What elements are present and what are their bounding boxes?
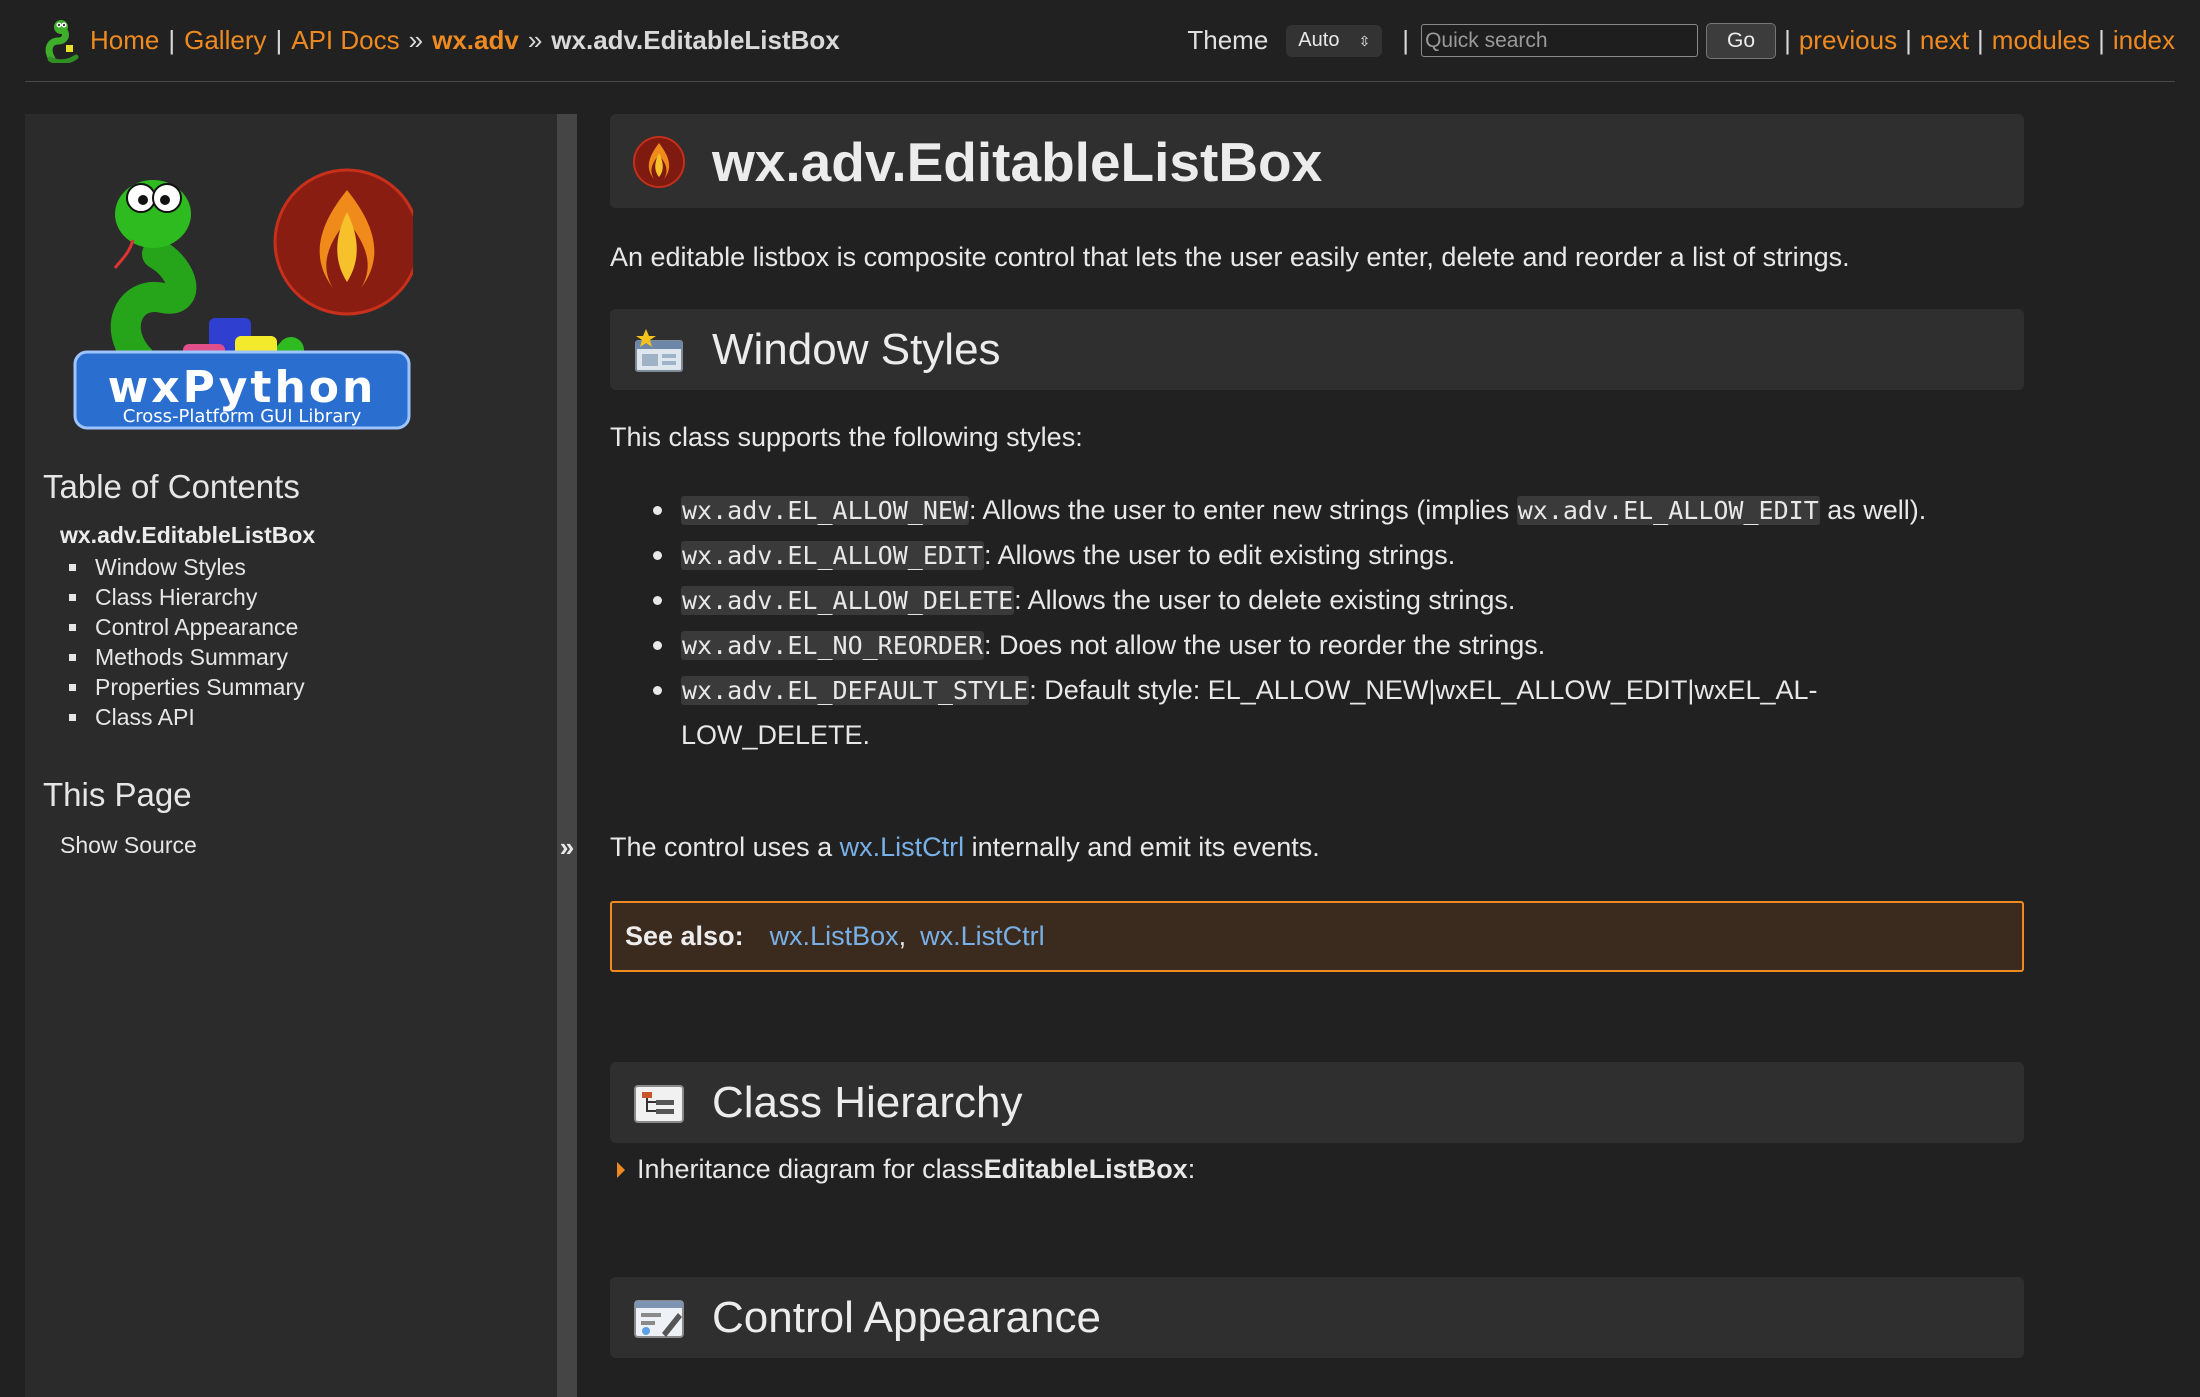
control-appearance-heading: Control Appearance: [712, 1293, 1101, 1342]
breadcrumb-separator: »: [408, 25, 424, 55]
theme-select-value: Auto: [1298, 29, 1340, 51]
breadcrumb: Home | Gallery | API Docs » wx.adv » wx.…: [25, 19, 840, 63]
nav-separator: |: [1977, 25, 1984, 55]
inheritance-diagram-toggle[interactable]: Inheritance diagram for class EditableLi…: [610, 1154, 1195, 1185]
toc-list: Window Styles Class Hierarchy Control Ap…: [60, 552, 305, 732]
style-description: LOW_DELETE.: [681, 720, 871, 750]
styles-intro: This class supports the following styles…: [610, 422, 1083, 452]
snake-mascot-icon: [45, 19, 79, 63]
page-title: wx.adv.EditableListBox: [712, 131, 1323, 193]
inheritance-text: Inheritance diagram for class: [637, 1154, 984, 1184]
toc-item-window-styles[interactable]: Window Styles: [60, 552, 305, 582]
page-title-box: wx.adv.EditableListBox: [610, 114, 2024, 208]
breadcrumb-separator: »: [527, 25, 543, 55]
phoenix-icon: [633, 136, 685, 188]
updown-chevron-icon: ⇳: [1358, 32, 1371, 49]
class-hierarchy-heading: Class Hierarchy: [712, 1078, 1023, 1127]
control-text: The control uses a: [610, 832, 840, 862]
style-code: wx.adv.EL_ALLOW_EDIT: [1516, 496, 1820, 525]
breadcrumb-separator: |: [168, 25, 176, 55]
listbox-link[interactable]: wx.ListBox: [770, 921, 899, 952]
this-page-heading: This Page: [43, 776, 192, 813]
style-description: : Allows the user to delete existing str…: [1014, 585, 1516, 615]
nav-separator: |: [1905, 25, 1912, 55]
show-source-link[interactable]: Show Source: [60, 832, 197, 859]
module-link[interactable]: wx.adv: [432, 25, 519, 56]
next-link[interactable]: next: [1920, 25, 1969, 56]
list-item: wx.adv.EL_DEFAULT_STYLE: Default style: …: [610, 668, 2024, 757]
intro-paragraph: An editable listbox is composite control…: [610, 242, 1850, 272]
nav-separator: |: [1784, 25, 1791, 55]
inheritance-text: :: [1187, 1154, 1196, 1184]
toc-item-properties-summary[interactable]: Properties Summary: [60, 672, 305, 702]
style-code: wx.adv.EL_DEFAULT_STYLE: [681, 676, 1030, 705]
theme-select[interactable]: Auto ⇳: [1286, 24, 1383, 57]
control-paragraph: The control uses a wx.ListCtrl internall…: [610, 832, 1320, 863]
style-description: : Default style: EL_ALLOW_NEW|wxEL_ALLOW…: [1029, 675, 1818, 705]
class-hierarchy-section-header: Class Hierarchy: [610, 1062, 2024, 1143]
control-appearance-icon: [634, 1300, 684, 1338]
styles-list: wx.adv.EL_ALLOW_NEW: Allows the user to …: [610, 488, 2024, 757]
api-docs-link[interactable]: API Docs: [291, 25, 399, 56]
style-description: : Allows the user to edit existing strin…: [984, 540, 1456, 570]
toc-item-class-api[interactable]: Class API: [60, 702, 305, 732]
modules-link[interactable]: modules: [1992, 25, 2090, 56]
sidebar-collapse-toggle[interactable]: »: [556, 832, 578, 863]
list-item: wx.adv.EL_NO_REORDER: Does not allow the…: [610, 623, 2024, 668]
previous-link[interactable]: previous: [1799, 25, 1897, 56]
window-styles-heading: Window Styles: [712, 325, 1001, 374]
toc-item-control-appearance[interactable]: Control Appearance: [60, 612, 305, 642]
wxpython-logo[interactable]: wxPython Cross-Platform GUI Library: [71, 150, 413, 434]
control-text: internally and emit its events.: [964, 832, 1320, 862]
nav-separator: |: [2098, 25, 2105, 55]
toc-heading: Table of Contents: [43, 468, 300, 505]
logo-subtitle: Cross-Platform GUI Library: [123, 406, 362, 427]
see-also-comma: ,: [898, 921, 907, 951]
style-code: wx.adv.EL_ALLOW_NEW: [681, 496, 969, 525]
window-styles-icon: [635, 329, 683, 372]
window-styles-section-header: Window Styles: [610, 309, 2024, 390]
style-description: as well).: [1819, 495, 1927, 525]
style-code: wx.adv.EL_NO_REORDER: [681, 631, 985, 660]
style-description: : Does not allow the user to reorder the…: [984, 630, 1546, 660]
style-description: : Allows the user to enter new strings (…: [968, 495, 1517, 525]
style-code: wx.adv.EL_ALLOW_EDIT: [681, 541, 985, 570]
inheritance-class-name: EditableListBox: [983, 1154, 1188, 1184]
gallery-link[interactable]: Gallery: [184, 25, 266, 56]
toc-item-class-hierarchy[interactable]: Class Hierarchy: [60, 582, 305, 612]
theme-label: Theme: [1187, 25, 1269, 55]
listctrl-link[interactable]: wx.ListCtrl: [920, 921, 1045, 952]
disclosure-triangle-icon: [617, 1161, 625, 1178]
nav-separator: |: [1402, 25, 1410, 55]
see-also-label: See also:: [625, 921, 744, 951]
control-appearance-section-header: Control Appearance: [610, 1277, 2024, 1358]
class-hierarchy-icon: [634, 1085, 684, 1123]
toc-root-link[interactable]: wx.adv.EditableListBox: [60, 522, 315, 549]
listctrl-link[interactable]: wx.ListCtrl: [840, 832, 965, 862]
breadcrumb-separator: |: [275, 25, 283, 55]
list-item: wx.adv.EL_ALLOW_DELETE: Allows the user …: [610, 578, 2024, 623]
see-also-box: See also: wx.ListBox, wx.ListCtrl: [610, 901, 2024, 972]
sidebar: wxPython Cross-Platform GUI Library Tabl…: [25, 114, 557, 1397]
sidebar-collapse-bar[interactable]: [557, 114, 577, 1397]
home-link[interactable]: Home: [90, 25, 159, 56]
top-navigation-bar: Home | Gallery | API Docs » wx.adv » wx.…: [25, 0, 2175, 82]
list-item: wx.adv.EL_ALLOW_EDIT: Allows the user to…: [610, 533, 2024, 578]
list-item: wx.adv.EL_ALLOW_NEW: Allows the user to …: [610, 488, 2024, 533]
right-navigation: Theme Auto ⇳ | Quick search Go | previou…: [1187, 22, 2175, 59]
quick-search-input[interactable]: Quick search: [1421, 24, 1699, 57]
go-button[interactable]: Go: [1706, 22, 1777, 59]
breadcrumb-current: wx.adv.EditableListBox: [551, 25, 840, 55]
style-code: wx.adv.EL_ALLOW_DELETE: [681, 586, 1015, 615]
index-link[interactable]: index: [2113, 25, 2175, 56]
toc-item-methods-summary[interactable]: Methods Summary: [60, 642, 305, 672]
